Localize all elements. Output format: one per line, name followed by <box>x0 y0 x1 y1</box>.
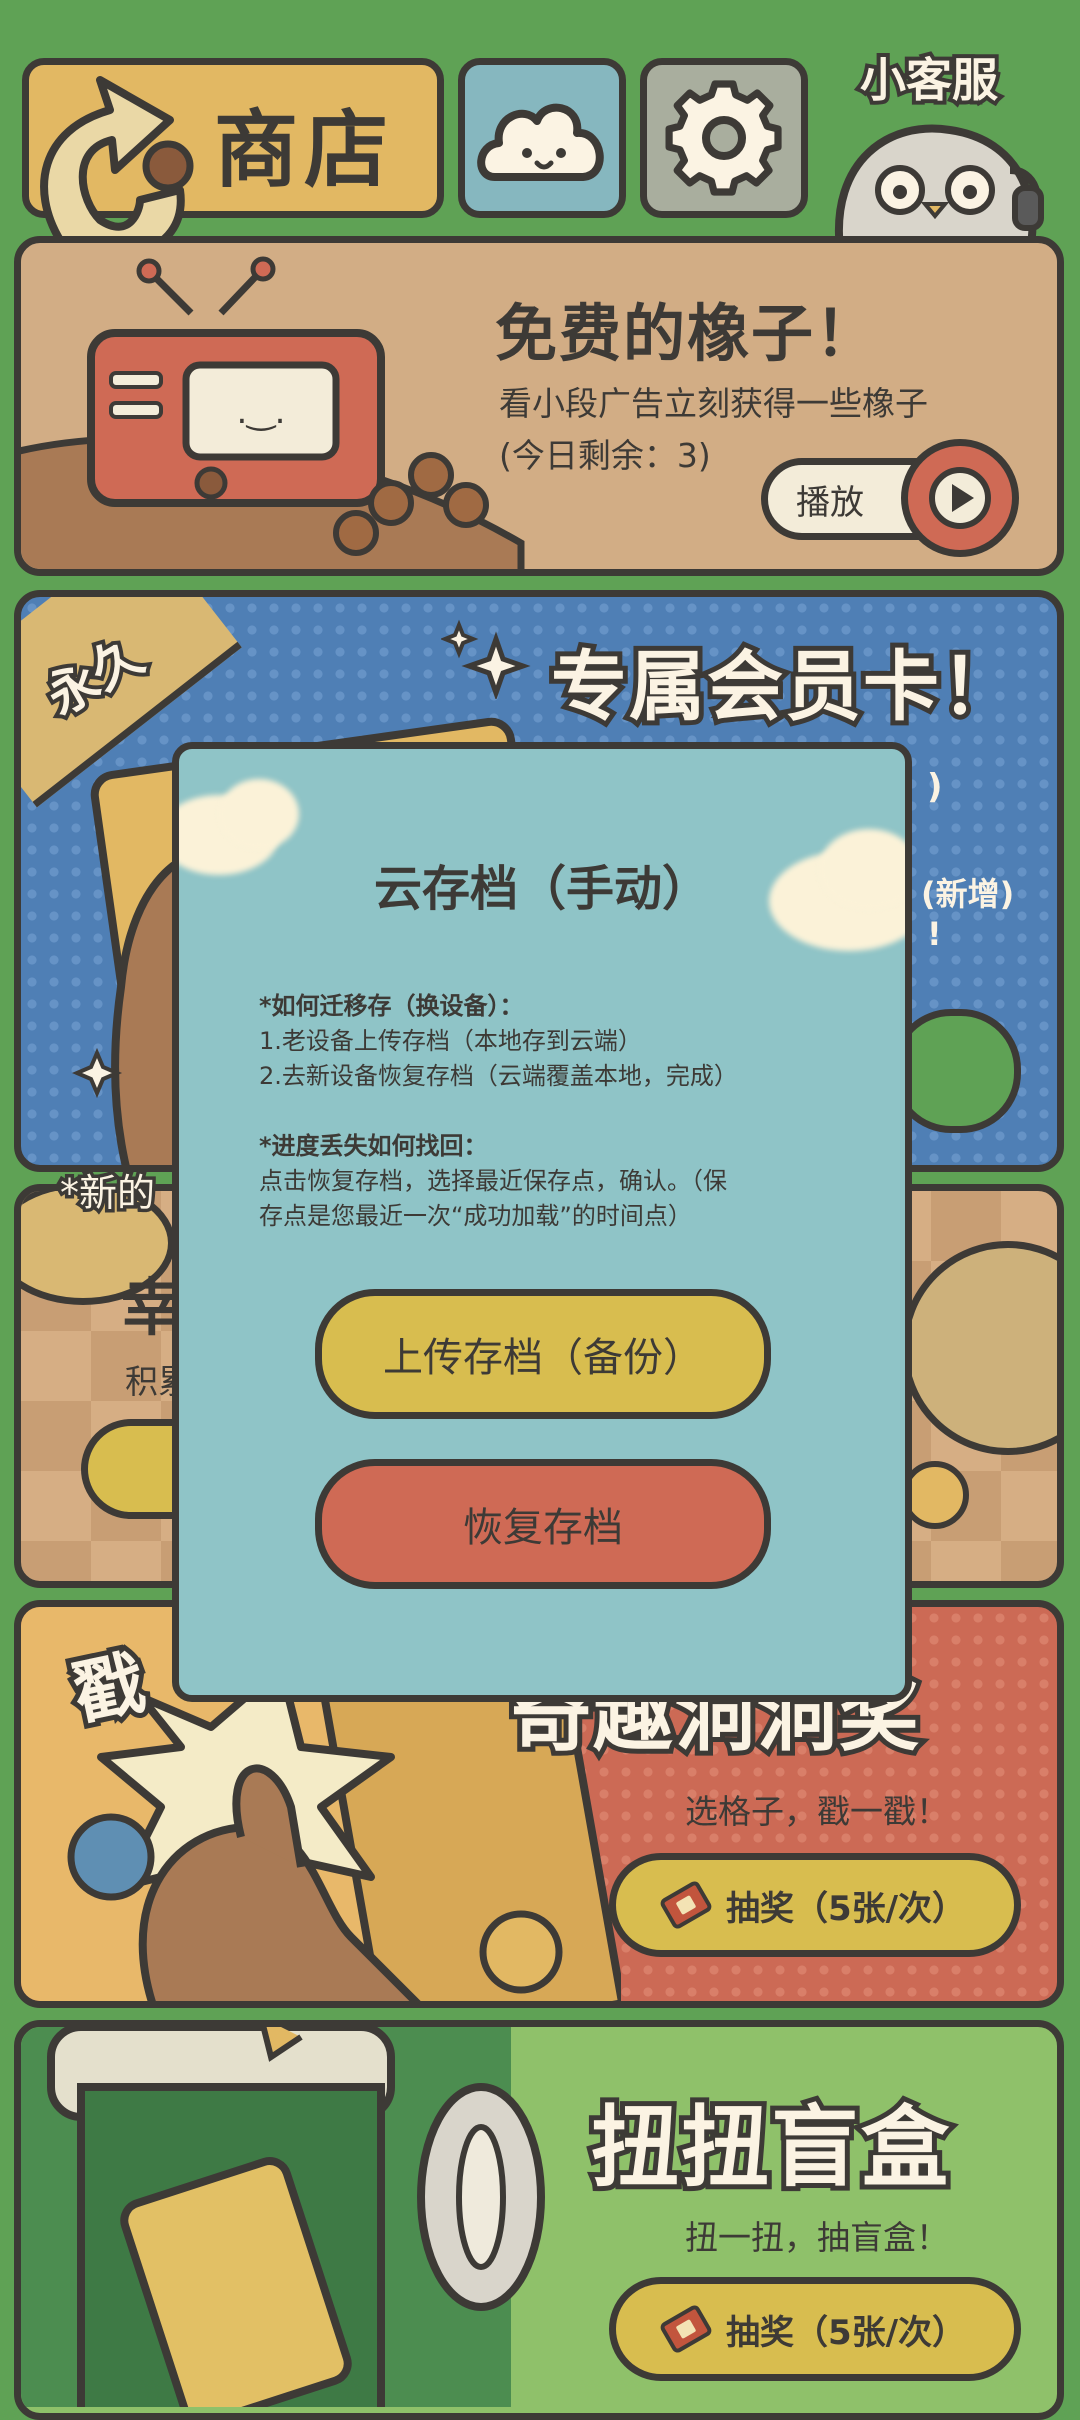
gear-icon <box>665 80 782 196</box>
upload-save-label: 上传存档（备份） <box>383 1335 703 1381</box>
gacha-draw-button[interactable]: 抽奖（5张/次） <box>609 2277 1021 2381</box>
restore-save-button[interactable]: 恢复存档 <box>315 1459 771 1589</box>
migrate-step-1: 1.老设备上传存档（本地存到云端） <box>259 1027 642 1055</box>
back-arrow-icon[interactable] <box>20 70 210 260</box>
svg-text:.‿.: .‿. <box>237 392 286 432</box>
penguin-avatar-icon <box>834 124 1044 250</box>
poke-card-subtitle: 选格子，戳一戳！ <box>685 1792 949 1831</box>
gacha-card-title: 扭扭盲盒 <box>586 2091 954 2204</box>
ticket-icon <box>658 2303 714 2355</box>
vip-card-title: 专属会员卡！ <box>546 637 1022 736</box>
play-icon[interactable] <box>901 439 1019 557</box>
tv-illustration: .‿. <box>21 256 525 569</box>
free-acorns-card: .‿. 免费的橡子！ 看小段广告立刻获得一些橡子 (今日剩余：3) 播放 <box>14 236 1064 576</box>
settings-button[interactable] <box>640 58 808 218</box>
recover-heading: *进度丢失如何找回： <box>259 1132 488 1160</box>
restore-save-label: 恢复存档 <box>463 1505 623 1551</box>
modal-instructions: *如何迁移存（换设备）： 1.老设备上传存档（本地存到云端） 2.去新设备恢复存… <box>259 989 859 1234</box>
play-ad-label: 播放 <box>796 482 864 523</box>
shop-label: 商店 <box>214 101 395 199</box>
cloud-save-button[interactable] <box>458 58 626 218</box>
gacha-draw-label: 抽奖（5张/次） <box>725 2312 967 2353</box>
gacha-illustration <box>21 2027 545 2407</box>
lucky-decor-right <box>901 1241 1057 1455</box>
vip-peek-2: (新增) <box>921 875 1015 913</box>
vip-peek-3: ! <box>927 915 942 953</box>
cloud-face-icon <box>477 103 604 181</box>
ad-remaining-count: (今日剩余：3) <box>499 436 711 475</box>
ad-card-title: 免费的橡子！ <box>495 297 880 370</box>
recover-text-1: 点击恢复存档，选择最近保存点，确认。（保 <box>259 1167 727 1195</box>
recover-text-2: 存点是您最近一次“成功加载”的时间点） <box>259 1202 692 1230</box>
ad-card-desc: 看小段广告立刻获得一些橡子 <box>499 384 928 423</box>
cloud-save-modal: 云存档（手动） *如何迁移存（换设备）： 1.老设备上传存档（本地存到云端） 2… <box>172 742 912 1702</box>
vip-peek-1: ) <box>927 767 943 807</box>
poke-draw-button[interactable]: 抽奖（5张/次） <box>609 1853 1021 1957</box>
gacha-card: 扭扭盲盒 扭一扭，抽盲盒！ 抽奖（5张/次） <box>14 2020 1064 2420</box>
customer-service-button[interactable]: 小客服 <box>820 40 1070 250</box>
migrate-heading: *如何迁移存（换设备）： <box>259 992 524 1020</box>
migrate-step-2: 2.去新设备恢复存档（云端覆盖本地，完成） <box>259 1062 738 1090</box>
ticket-icon <box>658 1879 714 1931</box>
modal-title: 云存档（手动） <box>373 861 710 917</box>
new-notice: *新的 <box>56 1168 158 1219</box>
cloud-decor-left-2 <box>219 779 299 849</box>
upload-save-button[interactable]: 上传存档（备份） <box>315 1289 771 1419</box>
gacha-card-subtitle: 扭一扭，抽盲盒！ <box>685 2218 949 2257</box>
sparkle-icon <box>441 619 531 699</box>
poke-draw-label: 抽奖（5张/次） <box>725 1888 967 1929</box>
